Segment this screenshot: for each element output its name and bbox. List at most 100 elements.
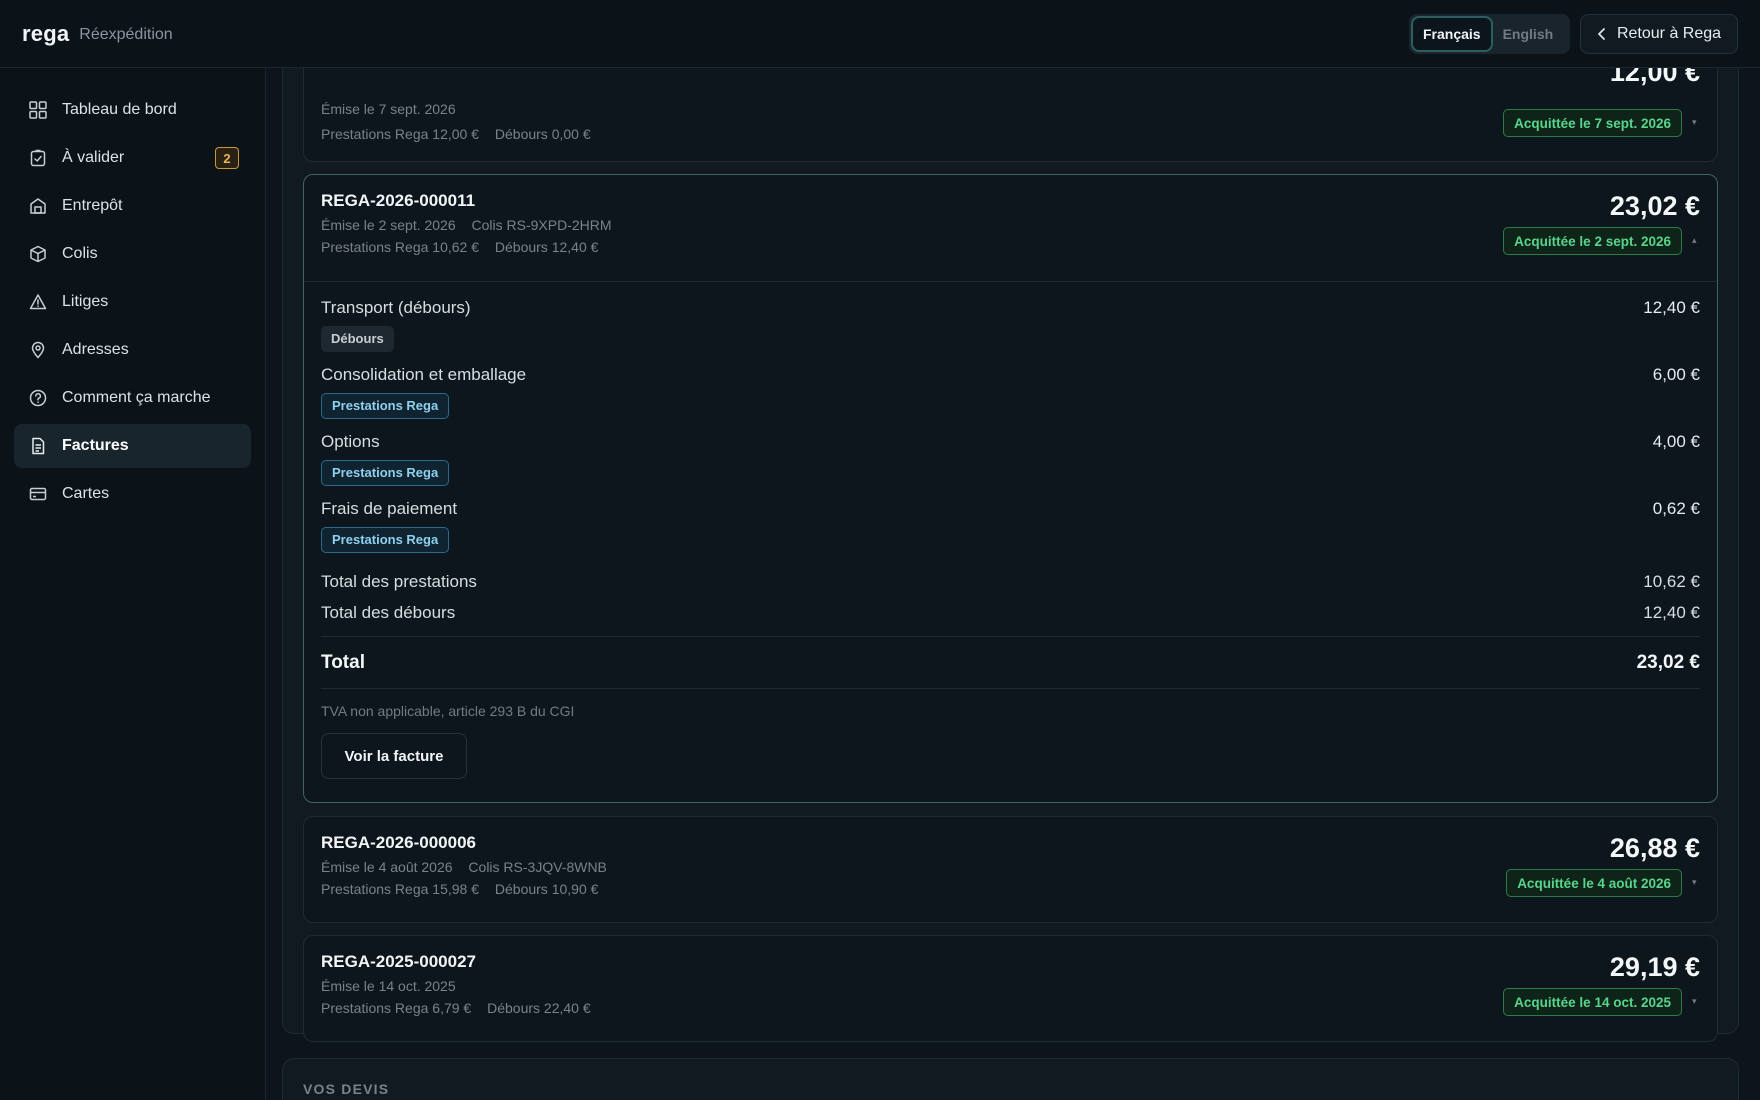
services-total-label: Total des prestations [321,571,477,591]
lang-fr-button[interactable]: Français [1413,18,1491,50]
invoice-meta: Émise le 4 août 2026 Colis RS-3JQV-8WNB [321,859,1700,875]
invoice-total: 12,00 € [1609,68,1700,87]
invoice-meta: Émise le 14 oct. 2025 [321,978,1700,994]
pending-count-badge: 2 [215,147,239,169]
chevron-down-icon[interactable]: ▾ [1692,118,1700,127]
sidebar-item-disputes[interactable]: Litiges [14,280,251,324]
invoice-issued-date: Émise le 2 sept. 2026 [321,217,456,233]
lang-en-button[interactable]: English [1493,18,1564,50]
sidebar-item-how-it-works[interactable]: Comment ça marche [14,376,251,420]
sidebar-item-parcels[interactable]: Colis [14,232,251,276]
invoice-disbursements: Débours 22,40 € [487,1000,591,1016]
sidebar-item-invoices[interactable]: Factures [14,424,251,468]
help-icon [28,388,48,408]
chevron-down-icon[interactable]: ▾ [1692,878,1700,887]
main-content: 12,00 € Émise le 7 sept. 2026 Prestation… [282,68,1739,1100]
invoice-disbursements: Débours 12,40 € [494,239,599,255]
chevron-down-icon[interactable]: ▾ [1692,997,1700,1006]
invoice-total: 26,88 € [1609,833,1700,863]
warning-icon [28,292,48,312]
invoice-total: 29,19 € [1609,952,1700,982]
sidebar-item-label: Adresses [62,341,129,358]
invoice-meta: Émise le 2 sept. 2026 Colis RS-9XPD-2HRM [321,217,1700,233]
sidebar-item-cards[interactable]: Cartes [14,472,251,516]
disbursements-total-label: Total des débours [321,602,456,622]
invoice-amounts: Prestations Rega 10,62 € Débours 12,40 € [321,239,1700,255]
pin-icon [28,340,48,360]
card-icon [28,484,48,504]
invoice-parcel: Colis RS-9XPD-2HRM [471,217,612,233]
sidebar-item-addresses[interactable]: Adresses [14,328,251,372]
invoice-amounts: Prestations Rega 15,98 € Débours 10,90 € [321,881,1700,897]
invoice-number: REGA-2026-000006 [321,833,476,852]
invoice-card[interactable]: REGA-2026-000006 Émise le 4 août 2026 Co… [303,816,1718,923]
chevron-up-icon[interactable]: ▴ [1692,236,1700,245]
grand-total-row: Total 23,02 € [321,636,1700,689]
quotes-panel: VOS DEVIS [282,1058,1739,1100]
brand-subtitle: Réexpédition [79,26,173,43]
services-total-row: Total des prestations 10,62 € [321,566,1700,597]
sidebar-item-dashboard[interactable]: Tableau de bord [14,88,251,132]
invoice-card[interactable]: 12,00 € Émise le 7 sept. 2026 Prestation… [303,68,1718,162]
dashboard-icon [28,100,48,120]
invoice-line-options: Options Prestations Rega 4,00 € [321,432,1700,499]
invoice-number: REGA-2025-000027 [321,952,476,971]
services-tag: Prestations Rega [321,393,450,419]
sidebar-item-warehouse[interactable]: Entrepôt [14,184,251,228]
language-switch: Français English [1409,14,1570,54]
invoice-number: REGA-2026-000011 [321,191,476,210]
invoice-details: Transport (débours) Débours 12,40 € Cons… [304,281,1717,795]
grand-total-value: 23,02 € [1636,651,1700,673]
invoice-card[interactable]: REGA-2025-000027 Émise le 14 oct. 2025 P… [303,935,1718,1042]
debours-tag: Débours [321,326,394,352]
check-clipboard-icon [28,148,48,168]
invoice-issued-date: Émise le 7 sept. 2026 [321,101,456,117]
disbursements-total-row: Total des débours 12,40 € [321,597,1700,628]
view-invoice-button[interactable]: Voir la facture [321,733,467,779]
invoice-disbursements: Débours 10,90 € [494,881,599,897]
invoices-panel: 12,00 € Émise le 7 sept. 2026 Prestation… [282,68,1739,1042]
invoice-meta: Émise le 7 sept. 2026 [321,101,456,117]
sidebar: Tableau de bord À valider 2 Entrepôt Col… [0,68,266,1100]
disbursements-total-value: 12,40 € [1643,602,1700,622]
status-badge: Acquittée le 4 août 2026 [1506,869,1682,897]
invoice-services: Prestations Rega 6,79 € [321,1000,472,1016]
invoice-total: 23,02 € [1609,191,1700,221]
sidebar-item-label: Tableau de bord [62,101,177,118]
back-label: Retour à Rega [1616,25,1722,42]
sidebar-item-label: Cartes [62,485,110,502]
services-total-value: 10,62 € [1643,571,1700,591]
invoice-parcel: Colis RS-3JQV-8WNB [468,859,607,875]
line-amount: 0,62 € [1652,499,1700,518]
grand-total-label: Total [321,651,365,673]
sidebar-item-to-validate[interactable]: À valider 2 [14,136,251,180]
line-label: Transport (débours) [321,298,471,317]
top-bar: rega Réexpédition Français English Retou… [0,0,1760,68]
status-badge: Acquittée le 7 sept. 2026 [1503,109,1682,137]
quotes-section-title: VOS DEVIS [303,1081,390,1097]
sidebar-item-label: Comment ça marche [62,389,211,406]
document-icon [28,436,48,456]
line-amount: 12,40 € [1643,298,1700,317]
invoice-disbursements: Débours 0,00 € [494,126,591,142]
invoice-line-consolidation: Consolidation et emballage Prestations R… [321,365,1700,432]
brand-logo[interactable]: rega [22,21,69,47]
sidebar-item-label: Entrepôt [62,197,123,214]
chevron-left-icon [1598,28,1605,40]
invoice-amounts: Prestations Rega 6,79 € Débours 22,40 € [321,1000,1700,1016]
invoice-header[interactable]: REGA-2026-000011 Émise le 2 sept. 2026 C… [304,175,1717,281]
sidebar-item-label: Factures [62,437,129,454]
invoice-issued-date: Émise le 14 oct. 2025 [321,978,456,994]
sidebar-item-label: Colis [62,245,98,262]
back-to-rega-button[interactable]: Retour à Rega [1580,14,1738,54]
invoice-services: Prestations Rega 10,62 € [321,239,479,255]
invoice-services: Prestations Rega 15,98 € [321,881,479,897]
vat-note: TVA non applicable, article 293 B du CGI [321,703,575,719]
invoice-card-expanded: REGA-2026-000011 Émise le 2 sept. 2026 C… [303,174,1718,803]
line-amount: 6,00 € [1652,365,1700,384]
warehouse-icon [28,196,48,216]
services-tag: Prestations Rega [321,460,450,486]
line-amount: 4,00 € [1652,432,1700,451]
status-badge: Acquittée le 2 sept. 2026 [1503,227,1682,255]
line-label: Consolidation et emballage [321,365,527,384]
